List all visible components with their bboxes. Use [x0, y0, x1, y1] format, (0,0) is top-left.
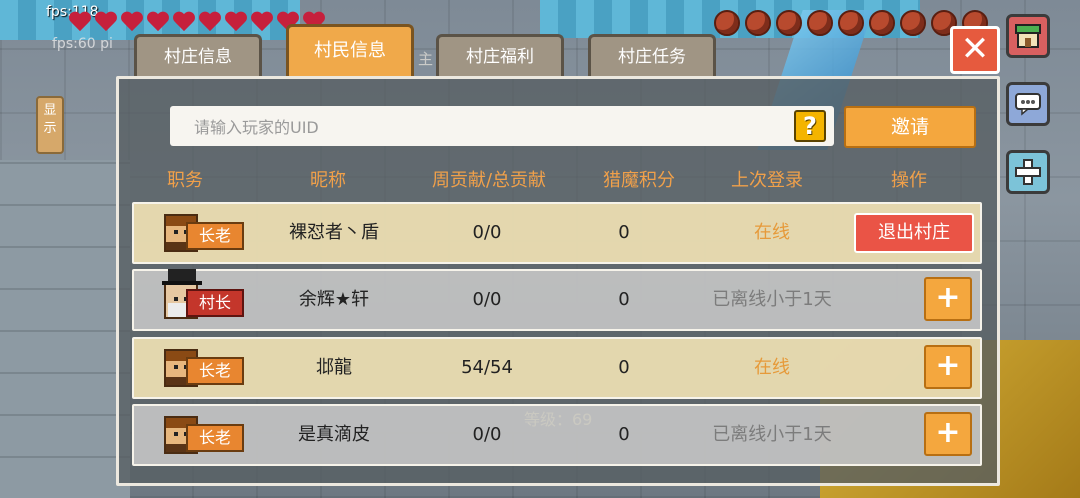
heart-icon — [172, 12, 196, 34]
tab-village-info[interactable]: 村庄信息 — [134, 34, 262, 76]
meat-icon — [900, 10, 926, 36]
fps-counter-secondary: fps:60 pi — [52, 36, 113, 52]
member-name: 余辉★轩 — [298, 289, 370, 310]
column-header-contribution: 周贡献/总贡献 — [431, 170, 547, 191]
column-header-nickname: 昵称 — [310, 170, 346, 191]
member-contribution: 0/0 — [472, 289, 502, 310]
expand-button[interactable] — [1006, 150, 1050, 194]
member-hunt-points: 0 — [618, 222, 630, 243]
meat-icon — [745, 10, 771, 36]
member-name: 邶龍 — [316, 357, 352, 378]
column-header-role: 职务 — [167, 170, 203, 191]
role-badge: 长老 — [162, 212, 246, 256]
shop-button[interactable] — [1006, 14, 1050, 58]
tab-village-tasks[interactable]: 村庄任务 — [588, 34, 716, 76]
member-hunt-points: 0 — [618, 289, 630, 310]
member-contribution: 0/0 — [472, 222, 502, 243]
meat-icon — [714, 10, 740, 36]
role-label: 长老 — [186, 424, 244, 452]
member-contribution: 54/54 — [461, 357, 513, 378]
member-last-login: 在线 — [754, 222, 790, 243]
member-hunt-points: 0 — [618, 424, 630, 445]
member-last-login: 已离线小于1天 — [712, 424, 832, 445]
member-action-button[interactable]: + — [924, 277, 972, 321]
close-button[interactable]: ✕ — [950, 26, 1000, 74]
show-panel-tab[interactable]: 显示 — [36, 96, 64, 154]
chat-button[interactable] — [1006, 82, 1050, 126]
meat-icon — [776, 10, 802, 36]
column-header-action: 操作 — [891, 170, 927, 191]
heart-icon — [198, 12, 222, 34]
tab-village-welfare[interactable]: 村庄福利 — [436, 34, 564, 76]
help-button[interactable]: ? — [794, 110, 826, 142]
heart-icon — [120, 12, 144, 34]
table-row: 长老 邶龍 54/54 0 在线 + — [132, 337, 982, 399]
stone-wall — [0, 160, 130, 498]
role-label: 长老 — [186, 222, 244, 250]
background-text: 主 — [418, 50, 434, 68]
meat-icon — [869, 10, 895, 36]
tab-villager-info[interactable]: 村民信息 — [286, 24, 414, 76]
table-row: 长老 裸怼者丶盾 0/0 0 在线 退出村庄 — [132, 202, 982, 264]
meat-icon — [838, 10, 864, 36]
member-action-button[interactable]: + — [924, 412, 972, 456]
column-header-last-login: 上次登录 — [731, 170, 803, 191]
member-hunt-points: 0 — [618, 357, 630, 378]
heart-icon — [146, 12, 170, 34]
shop-icon — [1015, 24, 1041, 48]
member-last-login: 在线 — [754, 357, 790, 378]
member-name: 裸怼者丶盾 — [289, 222, 379, 243]
role-label: 村长 — [186, 289, 244, 317]
member-last-login: 已离线小于1天 — [712, 289, 832, 310]
meat-icon — [807, 10, 833, 36]
close-icon: ✕ — [960, 29, 990, 69]
chat-icon — [1015, 93, 1041, 116]
heart-icon — [94, 12, 118, 34]
help-icon: ? — [803, 112, 817, 140]
quit-village-button[interactable]: 退出村庄 — [854, 213, 974, 253]
column-header-hunt-points: 猎魔积分 — [603, 170, 675, 191]
uid-input[interactable] — [192, 106, 796, 148]
hunger-bar — [714, 10, 988, 36]
member-name: 是真滴皮 — [298, 424, 370, 445]
plus-icon — [1015, 159, 1041, 185]
heart-icon — [224, 12, 248, 34]
role-badge: 长老 — [162, 414, 246, 458]
role-badge: 长老 — [162, 347, 246, 391]
heart-icon — [68, 12, 92, 34]
table-row: 村长 余辉★轩 0/0 0 已离线小于1天 + — [132, 269, 982, 331]
member-action-button[interactable]: + — [924, 345, 972, 389]
role-label: 长老 — [186, 357, 244, 385]
level-text: 等级：69 — [524, 410, 593, 429]
invite-button[interactable]: 邀请 — [844, 106, 976, 148]
heart-icon — [250, 12, 274, 34]
uid-search-box — [170, 106, 834, 148]
role-badge: 村长 — [162, 269, 246, 323]
